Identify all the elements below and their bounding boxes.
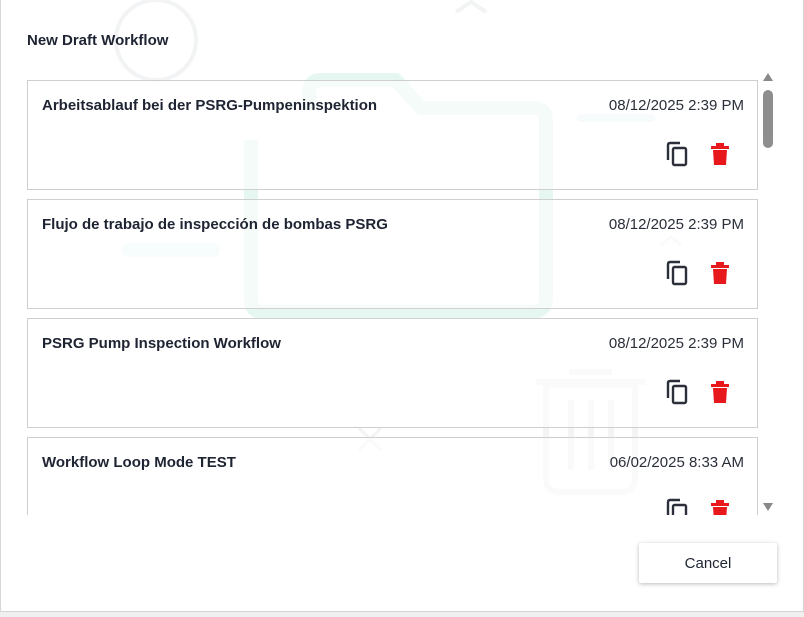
- cancel-button[interactable]: Cancel: [639, 543, 777, 583]
- copy-button[interactable]: [664, 378, 690, 406]
- workflow-date: 08/12/2025 2:39 PM: [608, 97, 744, 114]
- scrollbar-thumb[interactable]: [763, 90, 773, 148]
- delete-button[interactable]: [707, 140, 733, 168]
- workflow-name: Workflow Loop Mode TEST: [42, 454, 236, 471]
- workflow-date: 06/02/2025 8:33 AM: [609, 454, 744, 471]
- workflow-card[interactable]: PSRG Pump Inspection Workflow 08/12/2025…: [27, 318, 758, 428]
- copy-icon: [666, 141, 688, 167]
- copy-icon: [666, 379, 688, 405]
- workflow-card[interactable]: Flujo de trabajo de inspección de bombas…: [27, 199, 758, 309]
- list-scrollbar[interactable]: [759, 68, 777, 514]
- trash-icon: [711, 143, 729, 165]
- workflow-name: PSRG Pump Inspection Workflow: [42, 335, 281, 352]
- delete-button[interactable]: [707, 378, 733, 406]
- workflow-card[interactable]: Arbeitsablauf bei der PSRG-Pumpeninspekt…: [27, 80, 758, 190]
- delete-button[interactable]: [707, 497, 733, 515]
- delete-button[interactable]: [707, 259, 733, 287]
- new-draft-workflow-dialog: New Draft Workflow Arbeitsablauf bei der…: [0, 0, 804, 612]
- triangle-down-icon[interactable]: [762, 502, 774, 512]
- workflow-date: 08/12/2025 2:39 PM: [608, 335, 744, 352]
- workflow-name: Flujo de trabajo de inspección de bombas…: [42, 216, 388, 233]
- trash-icon: [711, 381, 729, 403]
- copy-button[interactable]: [664, 497, 690, 515]
- trash-icon: [711, 262, 729, 284]
- workflow-date: 08/12/2025 2:39 PM: [608, 216, 744, 233]
- workflow-card[interactable]: Workflow Loop Mode TEST 06/02/2025 8:33 …: [27, 437, 758, 515]
- copy-icon: [666, 498, 688, 515]
- copy-button[interactable]: [664, 259, 690, 287]
- workflow-list: Arbeitsablauf bei der PSRG-Pumpeninspekt…: [27, 80, 759, 515]
- triangle-up-icon[interactable]: [762, 72, 774, 82]
- copy-button[interactable]: [664, 140, 690, 168]
- dialog-title: New Draft Workflow: [27, 32, 169, 49]
- copy-icon: [666, 260, 688, 286]
- workflow-name: Arbeitsablauf bei der PSRG-Pumpeninspekt…: [42, 97, 378, 114]
- trash-icon: [711, 500, 729, 515]
